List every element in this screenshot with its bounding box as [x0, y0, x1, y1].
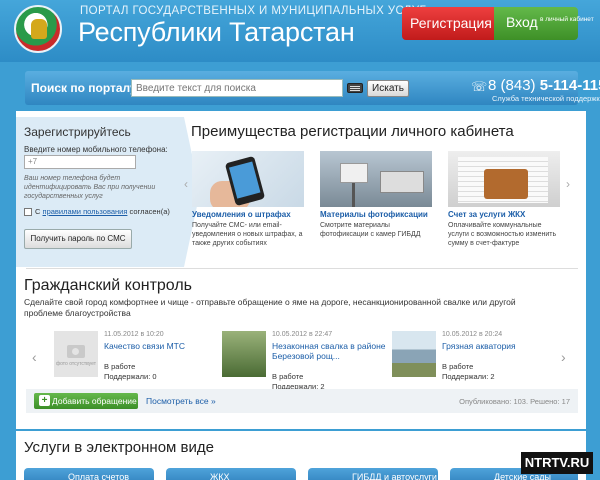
terms-link[interactable]: правилами пользования — [43, 207, 128, 216]
section-divider — [26, 268, 578, 269]
login-sublabel: в личный кабинет — [540, 16, 594, 23]
agree-prefix: С — [35, 207, 41, 216]
appeal-title[interactable]: Качество связи МТС — [104, 341, 185, 351]
e-services-section: Услуги в электронном виде Оплата счетов … — [16, 431, 586, 480]
appeal-photo[interactable] — [392, 331, 436, 377]
register-box-title: Зарегистрируйтесь — [24, 125, 131, 139]
phone-hint: Введите номер мобильного телефона: — [24, 145, 168, 154]
phone-note: Ваш номер телефона будет идентифицироват… — [24, 175, 156, 200]
login-button[interactable]: Вход в личный кабинет — [494, 7, 594, 40]
search-label: Поиск по порталу: — [31, 81, 141, 95]
mobile-phone-field[interactable]: +7 — [24, 155, 136, 169]
card-desc: Оплачивайте коммунальные услуги с возмож… — [448, 222, 557, 247]
civic-control-title: Гражданский контроль — [24, 277, 193, 294]
no-photo-thumb: фото отсутствует — [54, 331, 98, 377]
register-box: Зарегистрируйтесь Введите номер мобильно… — [16, 117, 200, 267]
advantages-title: Преимущества регистрации личного кабинет… — [191, 123, 514, 140]
appeal-status: В работе — [272, 372, 304, 381]
card-title[interactable]: Материалы фотофиксации — [320, 210, 432, 219]
civic-control-desc: Сделайте свой город комфортнее и чище - … — [24, 297, 516, 318]
portal-title[interactable]: Республики Татарстан — [78, 17, 355, 48]
search-bar: Поиск по порталу: Искать ☏ 8 (843) 5-114… — [25, 71, 600, 105]
car-shape — [380, 171, 424, 193]
wallet-shape — [484, 169, 528, 199]
chevron-left-icon[interactable]: ‹ — [32, 349, 37, 365]
chevron-right-icon[interactable]: › — [566, 177, 570, 191]
appeal-title[interactable]: Незаконная свалка в районе — [272, 341, 386, 351]
advantage-card[interactable]: Счет за услуги ЖКХ Оплачивайте коммуналь… — [448, 151, 560, 248]
published-stats: Опубликовано: 103. Решено: 17 — [459, 397, 570, 406]
search-button[interactable]: Искать — [367, 80, 409, 97]
service-tab-payments[interactable]: Оплата счетов — [24, 468, 154, 480]
camera-icon — [67, 345, 85, 358]
appeal-status: В работе — [442, 362, 474, 371]
logo-emblem — [31, 19, 47, 39]
register-button[interactable]: Регистрация — [402, 7, 510, 40]
wallet-image — [448, 151, 560, 207]
get-sms-password-button[interactable]: Получить пароль по СМС — [24, 229, 132, 249]
service-tab-housing[interactable]: ЖКХ — [166, 468, 296, 480]
appeal-item[interactable]: 10.05.2012 в 20:24 Грязная акватория В р… — [392, 331, 552, 381]
e-services-title: Услуги в электронном виде — [24, 439, 214, 456]
portal-subtitle: ПОРТАЛ ГОСУДАРСТВЕННЫХ И МУНИЦИПАЛЬНЫХ У… — [80, 5, 427, 17]
appeal-support: Поддержали: 2 — [442, 372, 495, 381]
search-input[interactable] — [131, 79, 343, 97]
keyboard-icon[interactable] — [347, 83, 363, 93]
pole-shape — [352, 183, 355, 207]
appeal-item[interactable]: 10.05.2012 в 22:47 Незаконная свалка в р… — [222, 331, 386, 391]
login-label: Вход — [506, 14, 538, 30]
main-content: Зарегистрируйтесь Введите номер мобильно… — [16, 111, 586, 429]
chevron-left-icon[interactable]: ‹ — [184, 177, 188, 191]
advantage-card[interactable]: Материалы фотофиксации Смотрите материал… — [320, 151, 432, 239]
agree-text: С правилами пользования согласен(а) — [35, 207, 170, 216]
smartphone-image — [192, 151, 304, 207]
traffic-camera-image — [320, 151, 432, 207]
no-photo-label: фото отсутствует — [56, 361, 97, 367]
chevron-right-icon[interactable]: › — [561, 349, 566, 365]
plus-icon: + — [39, 395, 50, 406]
camera-shape — [340, 163, 368, 183]
register-label: Регистрация — [410, 15, 492, 31]
support-caption: Служба технической поддержки — [492, 94, 600, 103]
phone-icon: ☏ — [471, 79, 488, 94]
card-desc: Получайте СМС- или email-уведомления о н… — [192, 222, 303, 247]
appeal-photo[interactable] — [222, 331, 266, 377]
appeal-date: 11.05.2012 в 10:20 — [104, 331, 164, 338]
card-title[interactable]: Счет за услуги ЖКХ — [448, 210, 560, 219]
appeal-title[interactable]: Грязная акватория — [442, 341, 516, 351]
appeal-date: 10.05.2012 в 22:47 — [272, 331, 333, 338]
appeal-item[interactable]: фото отсутствует 11.05.2012 в 10:20 Каче… — [54, 331, 214, 381]
support-phone: 8 (843) 5-114-115 — [488, 77, 600, 94]
appeal-date: 10.05.2012 в 20:24 — [442, 331, 503, 338]
agree-checkbox[interactable] — [24, 208, 32, 216]
service-tab-traffic-police[interactable]: ГИБДД и автоуслуги — [308, 468, 438, 480]
phone-number: 5-114-115 — [539, 77, 600, 94]
see-all-link[interactable]: Посмотреть все » — [146, 396, 216, 406]
add-appeal-label: Добавить обращение — [52, 396, 137, 406]
add-appeal-button[interactable]: + Добавить обращение — [34, 393, 138, 409]
agree-suffix: согласен(а) — [129, 207, 170, 216]
watermark: NTRTV.RU — [521, 452, 593, 474]
appeal-title-continued[interactable]: Березовой рощ... — [272, 351, 340, 361]
appeal-support: Поддержали: 0 — [104, 372, 157, 381]
civic-actions-bar: + Добавить обращение Посмотреть все » Опу… — [26, 389, 578, 413]
card-desc: Смотрите материалы фотофиксации с камер … — [320, 222, 421, 238]
card-title[interactable]: Уведомления о штрафах — [192, 210, 304, 219]
phone-prefix: 8 (843) — [488, 77, 536, 94]
coat-of-arms-logo[interactable] — [14, 5, 62, 53]
advantage-card[interactable]: Уведомления о штрафах Получайте СМС- или… — [192, 151, 304, 248]
appeal-status: В работе — [104, 362, 136, 371]
